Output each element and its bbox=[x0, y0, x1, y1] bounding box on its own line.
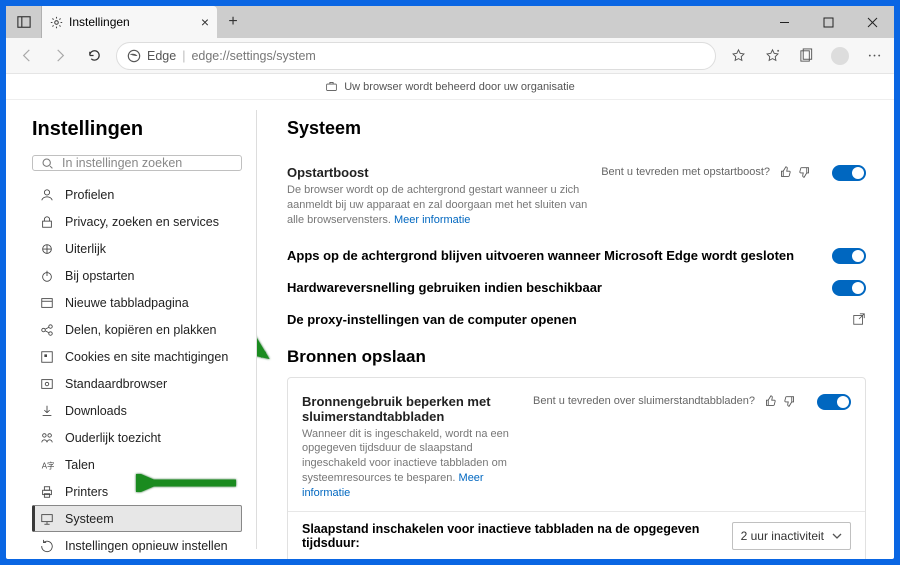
sidebar-item-cookies[interactable]: Cookies en site machtigingen bbox=[32, 343, 242, 370]
sidebar-item-reset[interactable]: Instellingen opnieuw instellen bbox=[32, 532, 242, 559]
newtab-icon bbox=[39, 296, 55, 310]
toggle-bg-apps[interactable] bbox=[832, 248, 866, 264]
gear-icon bbox=[50, 16, 63, 29]
sidebar-item-printers[interactable]: Printers bbox=[32, 478, 242, 505]
sidebar-item-privacy[interactable]: Privacy, zoeken en services bbox=[32, 208, 242, 235]
org-banner: Uw browser wordt beheerd door uw organis… bbox=[6, 74, 894, 100]
sidebar-item-talen[interactable]: A字Talen bbox=[32, 451, 242, 478]
addr-separator: | bbox=[182, 49, 185, 63]
sidebar-item-downloads[interactable]: Downloads bbox=[32, 397, 242, 424]
browser-tab[interactable]: Instellingen × bbox=[42, 6, 217, 38]
feedback-label: Bent u tevreden met opstartboost? bbox=[601, 166, 770, 178]
close-window-button[interactable] bbox=[850, 6, 894, 38]
appearance-icon bbox=[39, 242, 55, 256]
thumbs-up-icon[interactable] bbox=[763, 394, 777, 408]
refresh-button[interactable] bbox=[78, 41, 110, 71]
addr-url: edge://settings/system bbox=[191, 49, 315, 63]
search-placeholder: In instellingen zoeken bbox=[62, 156, 182, 170]
thumbs-down-icon[interactable] bbox=[783, 394, 797, 408]
toggle-sleep-tabs[interactable] bbox=[817, 394, 851, 410]
lock-icon bbox=[39, 215, 55, 229]
main: Systeem Opstartboost De browser wordt op… bbox=[257, 100, 894, 559]
address-bar[interactable]: Edge | edge://settings/system bbox=[116, 42, 716, 70]
toggle-opstartboost[interactable] bbox=[832, 165, 866, 181]
sidebar-item-nieuwetab[interactable]: Nieuwe tabbladpagina bbox=[32, 289, 242, 316]
back-button[interactable] bbox=[10, 41, 42, 71]
sidebar-item-profielen[interactable]: Profielen bbox=[32, 181, 242, 208]
language-icon: A字 bbox=[39, 458, 55, 472]
thumbs-up-icon[interactable] bbox=[778, 165, 792, 179]
thumbs-down-icon[interactable] bbox=[798, 165, 812, 179]
annotation-arrow bbox=[257, 300, 284, 375]
duration-select[interactable]: 2 uur inactiviteit bbox=[732, 522, 851, 550]
sidebar-item-ouderlijk[interactable]: Ouderlijk toezicht bbox=[32, 424, 242, 451]
svg-text:字: 字 bbox=[47, 460, 54, 470]
setting-hw-accel: Hardwareversnelling gebruiken indien bes… bbox=[287, 272, 866, 304]
printer-icon bbox=[39, 485, 55, 499]
window-controls bbox=[762, 6, 894, 38]
profile-icon bbox=[39, 188, 55, 202]
toggle-hw-accel[interactable] bbox=[832, 280, 866, 296]
cookies-icon bbox=[39, 350, 55, 364]
feedback-label-sleep: Bent u tevreden over sluimerstandtabblad… bbox=[533, 395, 755, 407]
page-title: Systeem bbox=[287, 118, 866, 139]
sidebar-item-uiterlijk[interactable]: Uiterlijk bbox=[32, 235, 242, 262]
chevron-down-icon bbox=[832, 531, 842, 541]
titlebar: Instellingen × + bbox=[6, 6, 894, 38]
maximize-button[interactable] bbox=[806, 6, 850, 38]
sidebar: Instellingen In instellingen zoeken Prof… bbox=[6, 100, 256, 559]
external-link-icon bbox=[852, 312, 866, 326]
card-sleep-tabs: Bronnengebruik beperken met sluimerstand… bbox=[287, 377, 866, 559]
sidebar-search[interactable]: In instellingen zoeken bbox=[32, 155, 242, 171]
profile-button[interactable] bbox=[824, 41, 856, 71]
minimize-button[interactable] bbox=[762, 6, 806, 38]
sidebar-item-systeem[interactable]: Systeem bbox=[32, 505, 242, 532]
setting-bg-apps: Apps op de achtergrond blijven uitvoeren… bbox=[287, 240, 866, 272]
section-bronnen: Bronnen opslaan bbox=[287, 347, 866, 367]
sidebar-nav: Profielen Privacy, zoeken en services Ui… bbox=[32, 181, 242, 559]
menu-button[interactable] bbox=[858, 41, 890, 71]
favorites-bar-button[interactable] bbox=[756, 41, 788, 71]
toolbar: Edge | edge://settings/system bbox=[6, 38, 894, 74]
power-icon bbox=[39, 269, 55, 283]
briefcase-icon bbox=[325, 80, 338, 93]
system-icon bbox=[39, 512, 55, 526]
download-icon bbox=[39, 404, 55, 418]
sidebar-item-standaard[interactable]: Standaardbrowser bbox=[32, 370, 242, 397]
setting-opstartboost: Opstartboost De browser wordt op de acht… bbox=[287, 159, 866, 240]
family-icon bbox=[39, 431, 55, 445]
new-tab-button[interactable]: + bbox=[217, 6, 249, 38]
share-icon bbox=[39, 323, 55, 337]
defaultbrowser-icon bbox=[39, 377, 55, 391]
sidebar-item-delen[interactable]: Delen, kopiëren en plakken bbox=[32, 316, 242, 343]
tab-title: Instellingen bbox=[69, 15, 130, 29]
link-meer-informatie[interactable]: Meer informatie bbox=[394, 214, 470, 226]
tab-shelf-icon[interactable] bbox=[6, 6, 42, 38]
close-tab-icon[interactable]: × bbox=[201, 14, 209, 30]
setting-proxy[interactable]: De proxy-instellingen van de computer op… bbox=[287, 304, 866, 335]
search-icon bbox=[41, 157, 54, 170]
collections-button[interactable] bbox=[790, 41, 822, 71]
favorite-button[interactable] bbox=[722, 41, 754, 71]
reset-icon bbox=[39, 539, 55, 553]
edge-icon bbox=[127, 49, 141, 63]
addr-edge-label: Edge bbox=[147, 49, 176, 63]
sidebar-title: Instellingen bbox=[32, 118, 242, 141]
forward-button[interactable] bbox=[44, 41, 76, 71]
sidebar-item-opstarten[interactable]: Bij opstarten bbox=[32, 262, 242, 289]
